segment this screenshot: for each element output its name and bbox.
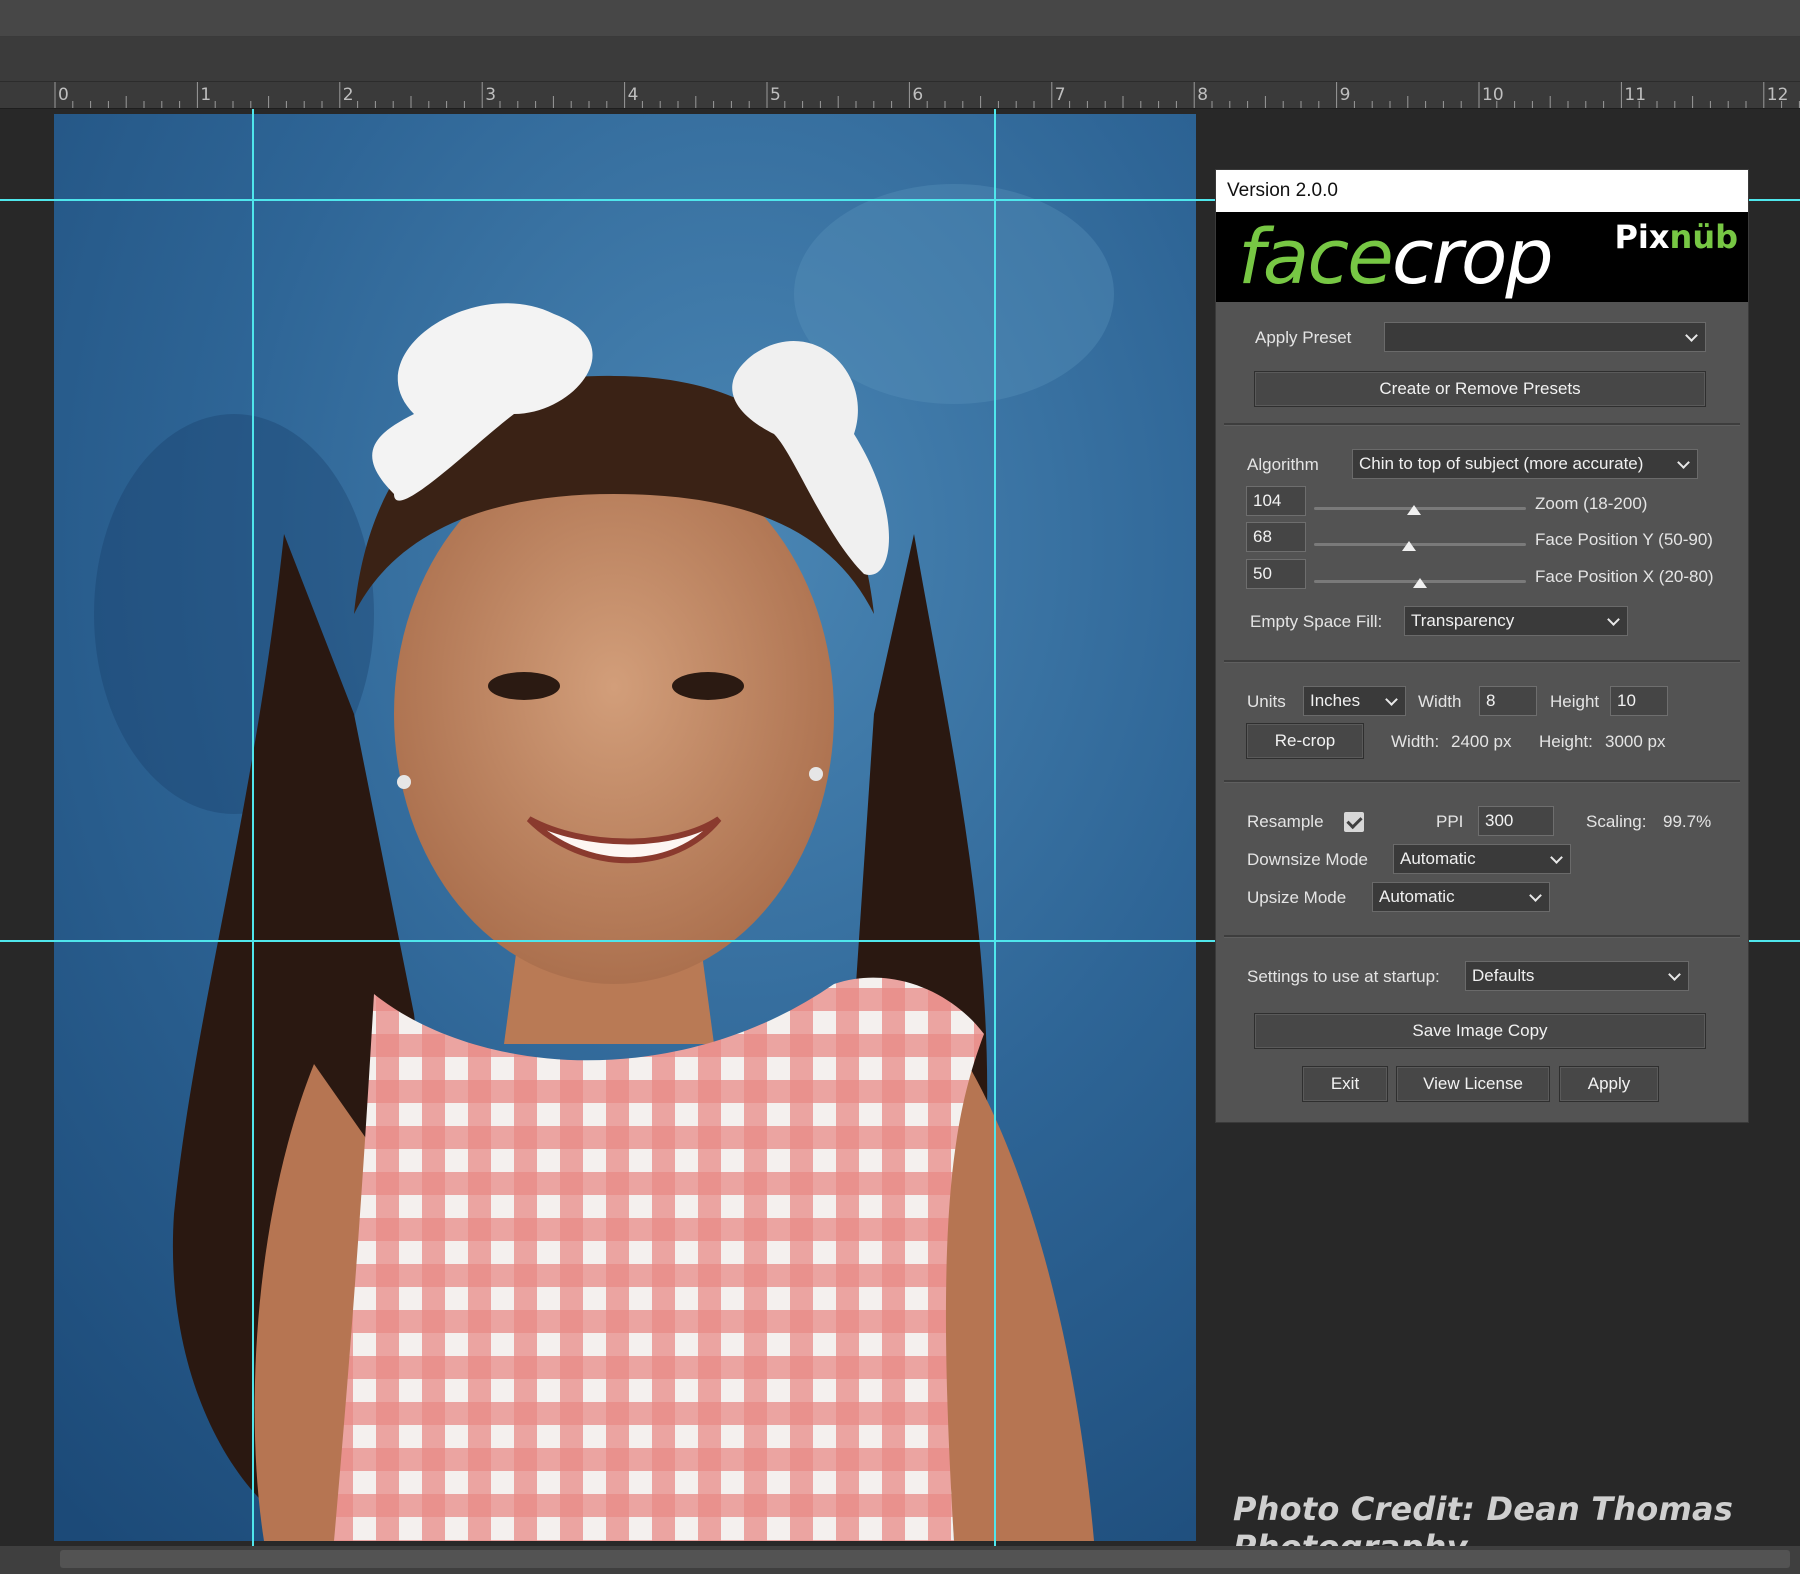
units-label: Units [1247,692,1286,711]
ruler-label: 10 [1482,85,1504,105]
units-select[interactable]: Inches [1303,686,1406,716]
face-position-y-label: Face Position Y (50-90) [1535,530,1713,549]
chevron-down-icon [1685,323,1699,351]
chevron-down-icon [1529,883,1543,911]
exit-button[interactable]: Exit [1302,1066,1388,1102]
scaling-value: 99.7% [1663,812,1712,831]
facecrop-logo: facecrop [1238,212,1554,301]
chevron-down-icon [1668,962,1682,990]
options-bar [0,37,1800,82]
panel-version-title: Version 2.0.0 [1216,170,1748,212]
divider [1224,423,1740,426]
apply-preset-select[interactable] [1384,322,1706,352]
ppi-input[interactable]: 300 [1478,806,1554,836]
pixel-width-label: Width: [1391,732,1440,751]
facecrop-panel: Version 2.0.0 facecrop Pixnüb Apply Pres… [1216,170,1748,1122]
downsize-mode-select[interactable]: Automatic [1393,844,1571,874]
portrait-photo [54,114,1196,1541]
ruler-label: 7 [1054,85,1066,105]
ruler-label: 6 [912,85,924,105]
apply-button[interactable]: Apply [1559,1066,1659,1102]
divider [1224,780,1740,783]
guide-line-right[interactable] [994,109,996,1546]
face-position-x-input[interactable]: 50 [1246,559,1306,589]
downsize-mode-label: Downsize Mode [1247,850,1368,869]
ruler-label: 9 [1339,85,1351,105]
create-remove-presets-button[interactable]: Create or Remove Presets [1254,371,1706,407]
guide-line-left[interactable] [252,109,254,1546]
status-bar [0,1546,1800,1574]
facecrop-banner: facecrop Pixnüb [1216,212,1748,302]
recrop-button[interactable]: Re-crop [1246,723,1364,759]
horizontal-scrollbar[interactable] [60,1550,1790,1568]
face-position-y-slider-track[interactable] [1314,543,1526,546]
scaling-label: Scaling: [1586,812,1647,831]
face-position-x-label: Face Position X (20-80) [1535,567,1714,586]
ruler-label: 1 [200,85,212,105]
algorithm-select[interactable]: Chin to top of subject (more accurate) [1352,449,1698,479]
height-label: Height [1550,692,1600,711]
apply-preset-label: Apply Preset [1255,328,1352,347]
divider [1224,935,1740,938]
save-image-copy-button[interactable]: Save Image Copy [1254,1013,1706,1049]
chevron-down-icon [1607,607,1621,635]
ruler-label: 0 [58,85,69,105]
resample-checkbox[interactable] [1344,812,1364,832]
empty-space-fill-label: Empty Space Fill: [1250,612,1383,631]
divider [1224,660,1740,663]
resample-label: Resample [1247,812,1324,831]
ruler-label: 12 [1766,85,1789,105]
zoom-label: Zoom (18-200) [1535,494,1648,513]
pixel-height-value: 3000 px [1605,732,1666,751]
algorithm-label: Algorithm [1247,455,1319,474]
upsize-mode-select[interactable]: Automatic [1372,882,1550,912]
ruler-label: 3 [485,85,497,105]
ruler-label: 5 [770,85,781,105]
app-title-bar [0,0,1800,37]
pixel-height-label: Height: [1539,732,1593,751]
ppi-label: PPI [1436,812,1464,831]
pixel-width-value: 2400 px [1451,732,1512,751]
chevron-down-icon [1550,845,1564,873]
ruler-label: 2 [342,85,354,105]
ruler-label: 4 [627,85,639,105]
width-input[interactable]: 8 [1479,686,1537,716]
width-label: Width [1418,692,1462,711]
ruler-label: 11 [1624,85,1647,105]
chevron-down-icon [1385,687,1399,715]
startup-settings-label: Settings to use at startup: [1247,967,1440,986]
startup-settings-select[interactable]: Defaults [1465,961,1689,991]
face-position-y-input[interactable]: 68 [1246,522,1306,552]
ruler-label: 8 [1197,85,1209,105]
upsize-mode-label: Upsize Mode [1247,888,1347,907]
height-input[interactable]: 10 [1610,686,1668,716]
zoom-input[interactable]: 104 [1246,486,1306,516]
pixnub-logo: Pixnüb [1614,218,1738,256]
empty-space-fill-select[interactable]: Transparency [1404,606,1628,636]
chevron-down-icon [1677,450,1691,478]
view-license-button[interactable]: View License [1396,1066,1550,1102]
horizontal-ruler[interactable]: 0 1 2 3 4 5 6 7 8 9 10 11 12 [0,82,1800,109]
ruler-ticks [54,82,1800,108]
